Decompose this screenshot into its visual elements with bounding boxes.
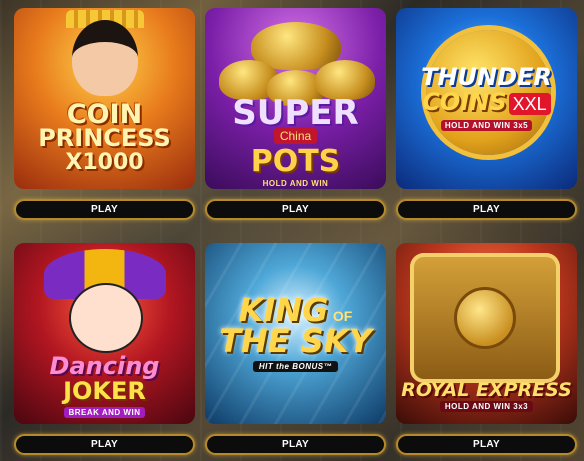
game-title-line2: THE SKY [219, 322, 372, 361]
game-title-line1: SUPER [232, 93, 359, 134]
game-card-dancing-joker: Dancing JOKER BREAK AND WIN PLAY [14, 243, 195, 455]
play-button-china-pots[interactable]: PLAY [205, 199, 386, 220]
play-button-king-of-the-sky[interactable]: PLAY [205, 434, 386, 455]
play-button-thunder-coins[interactable]: PLAY [396, 199, 577, 220]
game-grid: COIN PRINCESS X1000 PLAY SUPER China POT… [0, 0, 584, 461]
game-thumbnail-royal-express[interactable]: ROYAL EXPRESS HOLD AND WIN 3x3 [396, 243, 577, 424]
crown-emblem-icon [454, 287, 516, 349]
game-title: ROYAL EXPRESS [401, 378, 572, 401]
game-title-line2: COINS [422, 88, 507, 117]
play-button-dancing-joker[interactable]: PLAY [14, 434, 195, 455]
game-tagline: HIT the BONUS™ [252, 360, 339, 372]
joker-figure [69, 283, 143, 353]
game-title-line3: X1000 [65, 150, 144, 176]
game-card-royal-express: ROYAL EXPRESS HOLD AND WIN 3x3 PLAY [396, 243, 577, 455]
game-title-line2: JOKER [63, 377, 146, 406]
game-tagline: HOLD AND WIN 3x5 [440, 120, 533, 132]
locomotive-illustration [410, 253, 560, 383]
game-badge: China [273, 127, 318, 144]
play-button-royal-express[interactable]: PLAY [396, 434, 577, 455]
game-thumbnail-dancing-joker[interactable]: Dancing JOKER BREAK AND WIN [14, 243, 195, 424]
game-thumbnail-coin-princess[interactable]: COIN PRINCESS X1000 [14, 8, 195, 189]
game-tagline: HOLD AND WIN [262, 178, 329, 188]
game-title-line1: Dancing [49, 351, 160, 380]
game-thumbnail-china-pots[interactable]: SUPER China POTS HOLD AND WIN [205, 8, 386, 189]
game-thumbnail-thunder-coins[interactable]: THUNDER COINS XXL HOLD AND WIN 3x5 [396, 8, 577, 189]
game-tagline: BREAK AND WIN [63, 407, 146, 419]
play-button-coin-princess[interactable]: PLAY [14, 199, 195, 220]
game-card-king-of-the-sky: KING OF THE SKY HIT the BONUS™ PLAY [205, 243, 386, 455]
game-title-line2: PRINCESS [38, 124, 171, 153]
game-thumbnail-king-of-the-sky[interactable]: KING OF THE SKY HIT the BONUS™ [205, 243, 386, 424]
game-badge: XXL [508, 93, 551, 116]
game-card-china-pots: SUPER China POTS HOLD AND WIN PLAY [205, 8, 386, 220]
game-card-coin-princess: COIN PRINCESS X1000 PLAY [14, 8, 195, 220]
game-tagline: HOLD AND WIN 3x3 [439, 401, 534, 413]
game-title-line2: POTS [250, 143, 341, 179]
gold-pots-illustration [205, 18, 386, 106]
game-card-thunder-coins: THUNDER COINS XXL HOLD AND WIN 3x5 PLAY [396, 8, 577, 220]
game-title-line1: THUNDER [421, 62, 552, 91]
